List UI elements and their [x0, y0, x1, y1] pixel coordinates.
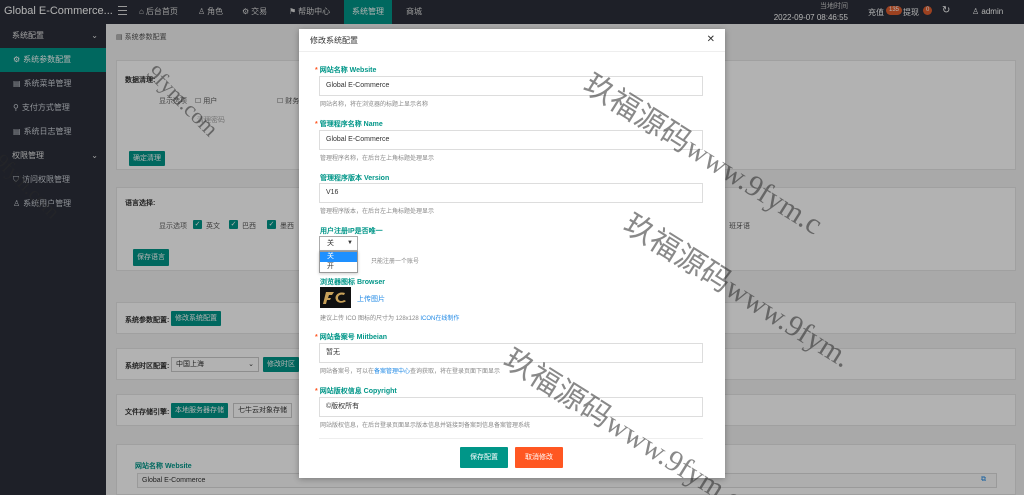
ip-unique-select[interactable]: 关 ▼	[319, 236, 358, 251]
ip-unique-label: 用户注册IP是否唯一	[320, 228, 383, 235]
admin-name-input[interactable]: Global E-Commerce	[319, 130, 703, 150]
dropdown-option-off[interactable]: 关	[320, 252, 357, 262]
site-name-label: * 网站名称 Website	[315, 67, 377, 74]
config-modal: 修改系统配置 ✕ * 网站名称 Website Global E-Commerce…	[299, 29, 725, 478]
modal-title: 修改系统配置	[299, 29, 725, 52]
site-name-input[interactable]: Global E-Commerce	[319, 76, 703, 96]
dropdown-option-on[interactable]: 开	[320, 262, 357, 272]
modal-divider	[319, 438, 703, 439]
beian-input[interactable]: 暂无	[319, 343, 703, 363]
ip-unique-dropdown: 关 开	[319, 251, 358, 273]
beian-center-link[interactable]: 备案管理中心	[374, 369, 410, 375]
version-input[interactable]: V16	[319, 183, 703, 203]
admin-name-label: * 管理程序名称 Name	[315, 121, 383, 128]
version-label: 管理程序版本 Version	[320, 175, 390, 182]
close-icon[interactable]: ✕	[707, 35, 715, 45]
beian-label: * 网站备案号 Miitbeian	[315, 334, 388, 341]
chevron-down-icon: ▼	[347, 240, 353, 246]
icon-online-link[interactable]: ICON在线制作	[420, 316, 459, 322]
browser-icon-preview	[320, 287, 351, 308]
logo-icon	[320, 287, 351, 308]
browser-icon-label: 浏览器图标 Browser	[320, 279, 385, 286]
cancel-modify-button[interactable]: 取消修改	[515, 447, 563, 468]
copyright-label: * 网站版权信息 Copyright	[315, 388, 397, 395]
save-config-button[interactable]: 保存配置	[460, 447, 508, 468]
copyright-input[interactable]: ©版权所有	[319, 397, 703, 417]
upload-image-link[interactable]: 上传图片	[357, 294, 385, 304]
